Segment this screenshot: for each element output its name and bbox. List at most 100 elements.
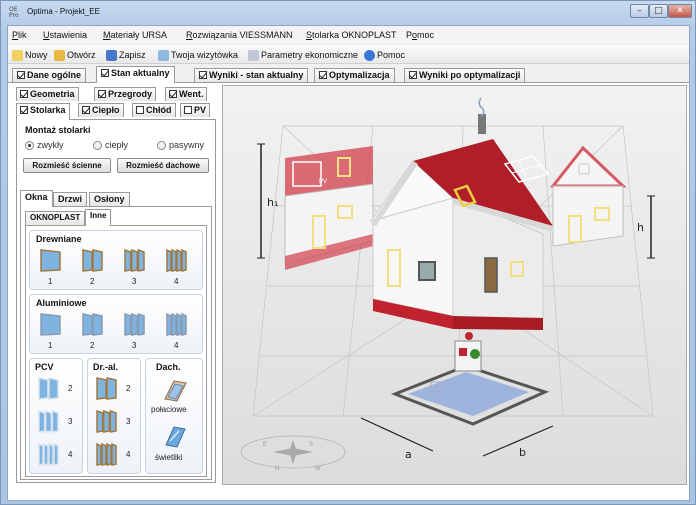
radio-label: ciepły	[105, 140, 129, 150]
sub-tab-przegrody[interactable]: Przegrody	[94, 87, 157, 101]
h1-label: h₁	[267, 196, 278, 209]
toolbar-help-button[interactable]: Pomoc	[364, 48, 405, 62]
aluminiowe-window-4-icon[interactable]	[164, 311, 190, 337]
menu-plik[interactable]: Plik	[12, 30, 27, 40]
dr_al-window-label: 2	[126, 384, 131, 393]
checkbox-icon[interactable]	[136, 106, 144, 114]
aluminiowe-window-label: 4	[174, 341, 179, 350]
dr_al-window-4-icon[interactable]	[94, 441, 120, 467]
aluminiowe-window-2-icon[interactable]	[80, 311, 106, 337]
save-disk-icon	[106, 49, 117, 61]
application-window: OE Pro Optima - Projekt_EE – □ ✕ Plik Usta…	[0, 0, 696, 505]
left-panel: Geometria Przegrody Went. Stolarka Ciepło Ch…	[16, 87, 218, 485]
item-tab-2[interactable]: Osłony	[89, 192, 130, 206]
toolbar-new-file-button[interactable]: Nowy	[12, 48, 48, 62]
title-bar[interactable]: OE Pro Optima - Projekt_EE – □ ✕	[1, 1, 695, 23]
pv-label: PV	[319, 179, 327, 185]
dr_al-window-3-icon[interactable]	[94, 408, 120, 434]
checkbox-icon[interactable]	[20, 106, 28, 114]
pcv-window-3-icon[interactable]	[36, 408, 62, 434]
maximize-button[interactable]: □	[649, 4, 668, 18]
roof-window-icon[interactable]	[162, 377, 188, 403]
radio-button[interactable]	[93, 140, 102, 150]
compass-e-label: E	[263, 442, 267, 448]
main-tab-3[interactable]: Optymalizacja	[314, 68, 395, 82]
sub-tab-0[interactable]: Stolarka	[16, 103, 70, 120]
radio-button[interactable]	[157, 140, 166, 150]
montaz-option-2[interactable]: pasywny	[157, 140, 204, 150]
menu-label: ozwiązania VIESSMANN	[192, 30, 293, 40]
checkbox-icon[interactable]	[319, 71, 327, 79]
toolbar-calculator-button[interactable]: Parametry ekonomiczne	[248, 48, 358, 62]
sub-tab-3[interactable]: PV	[180, 103, 211, 117]
pcv-window-2-icon[interactable]	[36, 375, 62, 401]
drewniane-window-4-icon[interactable]	[164, 247, 190, 273]
checkbox-icon[interactable]	[98, 90, 106, 98]
menu-stolarka-oknoplast[interactable]: Stolarka OKNOPLAST	[306, 30, 397, 40]
business-card-icon	[158, 49, 169, 61]
aluminiowe-window-1-icon[interactable]	[38, 311, 64, 337]
vendor-tab-1[interactable]: Inne	[85, 209, 112, 226]
checkbox-icon[interactable]	[409, 71, 417, 79]
menu-materia-y-ursa[interactable]: Materiały URSA	[103, 30, 167, 40]
drewniane-window-label: 3	[132, 277, 137, 286]
checkbox-icon[interactable]	[20, 90, 28, 98]
group-title-aluminiowe: Aluminiowe	[36, 298, 87, 308]
pcv-window-label: 3	[68, 417, 73, 426]
menu-rozwi-zania-viessmann[interactable]: Rozwiązania VIESSMANN	[186, 30, 293, 40]
sub-tab-1[interactable]: Ciepło	[78, 103, 124, 117]
rozmiesc-scienne-button[interactable]: Rozmieść ścienne	[23, 158, 111, 173]
new-file-icon	[12, 49, 23, 61]
3d-building-view[interactable]: PV h₁ h a b E S N W	[222, 85, 687, 485]
item-tab-1[interactable]: Drzwi	[53, 192, 88, 206]
toolbar-label: Otwórz	[67, 50, 96, 60]
checkbox-icon[interactable]	[17, 71, 25, 79]
checkbox-icon[interactable]	[82, 106, 90, 114]
sub-tab-went[interactable]: Went.	[165, 87, 208, 101]
checkbox-icon[interactable]	[169, 90, 177, 98]
montaz-option-1[interactable]: ciepły	[93, 140, 128, 150]
radio-button[interactable]	[25, 140, 34, 150]
checkbox-icon[interactable]	[184, 106, 192, 114]
sub-tab-geometria[interactable]: Geometria	[16, 87, 79, 101]
compass-w-label: W	[315, 466, 321, 472]
toolbar: Nowy Otwórz Zapisz Twoja wizytówka Parametry…	[8, 45, 689, 64]
drewniane-window-3-icon[interactable]	[122, 247, 148, 273]
item-tab-label: Drzwi	[58, 194, 83, 204]
main-tab-label: Wyniki - stan aktualny	[209, 70, 304, 80]
main-tab-1[interactable]: Stan aktualny	[96, 66, 175, 83]
vendor-tab-0[interactable]: OKNOPLAST	[25, 211, 86, 225]
main-tab-4[interactable]: Wyniki po optymalizacji	[404, 68, 526, 82]
toolbar-save-disk-button[interactable]: Zapisz	[106, 48, 146, 62]
rozmiesc-dachowe-button[interactable]: Rozmieść dachowe	[117, 158, 209, 173]
dr_al-window-2-icon[interactable]	[94, 375, 120, 401]
aluminiowe-window-3-icon[interactable]	[122, 311, 148, 337]
pcv-window-4-icon[interactable]	[36, 441, 62, 467]
item-tab-label: Okna	[25, 192, 48, 202]
drewniane-window-2-icon[interactable]	[80, 247, 106, 273]
main-tab-0[interactable]: Dane ogólne	[12, 68, 87, 82]
toolbar-open-folder-button[interactable]: Otwórz	[54, 48, 96, 62]
montaz-option-0[interactable]: zwykły	[25, 140, 64, 150]
minimize-button[interactable]: –	[630, 4, 649, 18]
item-tab-0[interactable]: Okna	[20, 190, 53, 207]
window-title: Optima - Projekt_EE	[27, 7, 100, 16]
main-tab-2[interactable]: Wyniki - stan aktualny	[194, 68, 309, 82]
stolarka-panel: Montaż stolarki zwykły ciepły pasywny Rozm…	[16, 119, 216, 483]
montaz-title: Montaż stolarki	[25, 125, 91, 135]
menu-label: lik	[18, 30, 27, 40]
close-button[interactable]: ✕	[668, 4, 692, 18]
checkbox-icon[interactable]	[101, 69, 109, 77]
sub-tab-2[interactable]: Chłód	[132, 103, 176, 117]
vendor-tab-label: Inne	[90, 211, 107, 220]
dr_al-window-label: 3	[126, 417, 131, 426]
menu-pomoc[interactable]: Pomoc	[406, 30, 434, 40]
sub-tab-label: Przegrody	[108, 89, 153, 99]
skylight-icon[interactable]	[162, 423, 188, 449]
menu-label: moc	[417, 30, 435, 40]
drewniane-window-1-icon[interactable]	[38, 247, 64, 273]
toolbar-business-card-button[interactable]: Twoja wizytówka	[158, 48, 238, 62]
menu-ustawienia[interactable]: Ustawienia	[43, 30, 87, 40]
checkbox-icon[interactable]	[199, 71, 207, 79]
group-aluminiowe: Aluminiowe 1 2 3 4	[29, 294, 203, 354]
